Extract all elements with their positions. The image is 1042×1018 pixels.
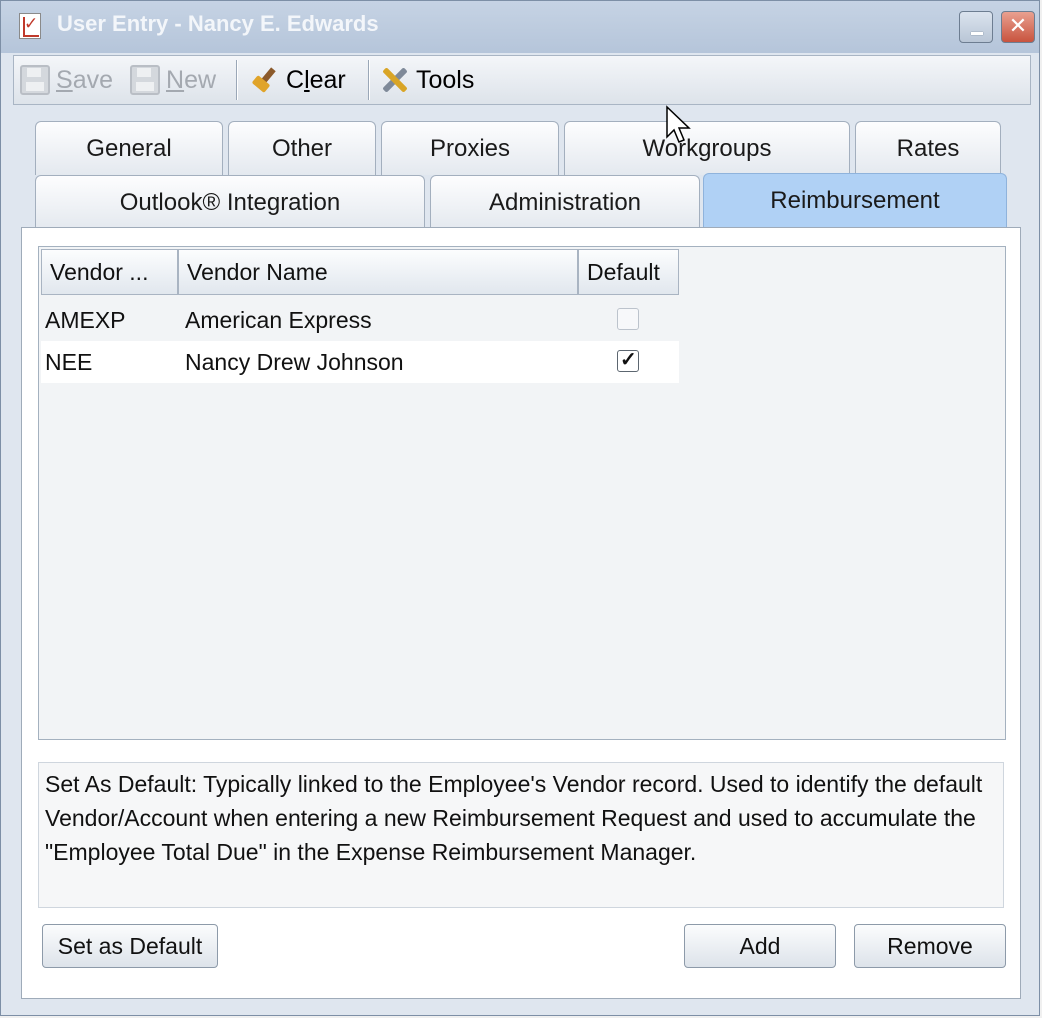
clear-label: Clear [286,65,346,94]
vendor-code-cell: NEE [45,349,93,375]
clear-button[interactable]: Clear [250,56,346,104]
add-button[interactable]: Add [684,924,836,968]
new-disk-icon [130,65,160,95]
default-checkbox[interactable] [617,308,639,330]
toolbar-separator [368,60,369,100]
close-button[interactable]: ✕ [1001,11,1035,43]
tab-administration[interactable]: Administration [430,175,700,229]
tools-label: Tools [416,65,475,94]
remove-button[interactable]: Remove [854,924,1006,968]
tab-proxies[interactable]: Proxies [381,121,559,175]
title-bar[interactable]: User Entry - Nancy E. Edwards ✕ [1,1,1039,53]
toolbar: Save New Clear Tools [13,55,1031,105]
new-button[interactable]: New [130,56,216,104]
default-checkbox[interactable]: ✓ [617,349,639,372]
tab-outlook-integration[interactable]: Outlook® Integration [35,175,425,229]
save-button[interactable]: Save [20,56,113,104]
window-title: User Entry - Nancy E. Edwards [57,11,379,36]
set-as-default-button[interactable]: Set as Default [42,924,218,968]
brush-icon [250,65,280,95]
tab-reimbursement[interactable]: Reimbursement [703,173,1007,229]
reimbursement-panel: Vendor ... Vendor Name Default AMEXP Ame… [21,227,1021,999]
tab-other[interactable]: Other [228,121,376,175]
minimize-button[interactable] [959,11,993,43]
vendor-code-cell: AMEXP [45,307,126,333]
save-disk-icon [20,65,50,95]
toolbar-separator [236,60,237,100]
column-header-vendor-code[interactable]: Vendor ... [41,249,178,295]
mouse-cursor-icon [666,105,691,143]
save-label: Save [56,65,113,94]
user-entry-window: User Entry - Nancy E. Edwards ✕ Save New… [0,0,1040,1016]
tools-icon [380,65,410,95]
vendor-name-cell: American Express [185,307,372,333]
column-header-default[interactable]: Default [578,249,679,295]
tab-general[interactable]: General [35,121,223,175]
vendor-name-cell: Nancy Drew Johnson [185,349,404,375]
close-icon: ✕ [1008,14,1028,39]
tools-button[interactable]: Tools [380,56,474,104]
table-row[interactable]: AMEXP American Express [41,299,679,341]
checkmark-icon: ✓ [620,349,637,371]
tab-rates[interactable]: Rates [855,121,1001,175]
tab-workgroups[interactable]: Workgroups [564,121,850,175]
table-row[interactable]: NEE Nancy Drew Johnson ✓ [41,341,679,383]
vendor-grid: Vendor ... Vendor Name Default AMEXP Ame… [38,246,1006,740]
app-checklist-icon [19,13,41,39]
column-header-vendor-name[interactable]: Vendor Name [178,249,578,295]
set-default-description: Set As Default: Typically linked to the … [38,762,1004,908]
new-label: New [166,65,217,94]
